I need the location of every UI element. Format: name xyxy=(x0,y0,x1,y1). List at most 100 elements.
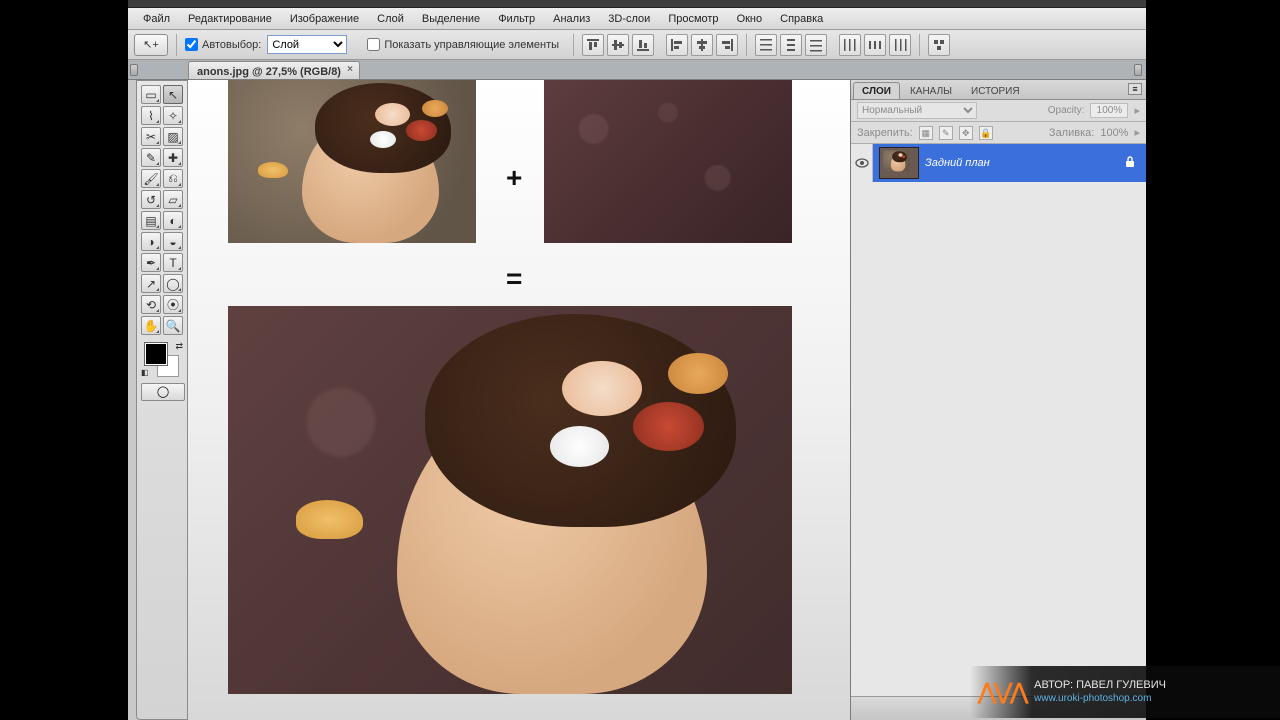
menu-select[interactable]: Выделение xyxy=(413,10,489,28)
auto-select-input[interactable] xyxy=(185,38,198,51)
lock-pixels-icon[interactable]: ✎ xyxy=(939,126,953,140)
foreground-color[interactable] xyxy=(145,343,167,365)
fill-label: Заливка: xyxy=(1049,127,1094,139)
quick-mask-button[interactable]: ◯ xyxy=(141,383,185,401)
document-tab[interactable]: anons.jpg @ 27,5% (RGB/8) × xyxy=(188,61,360,79)
collapse-panels-left-icon[interactable] xyxy=(130,64,138,76)
menu-3d[interactable]: 3D-слои xyxy=(599,10,659,28)
menu-edit[interactable]: Редактирование xyxy=(179,10,281,28)
pen-tool[interactable]: ✒ xyxy=(141,253,161,272)
move-tool-preset-icon[interactable]: ↖+ xyxy=(134,34,168,56)
hand-tool[interactable]: ✋ xyxy=(141,316,161,335)
rect-marquee-tool[interactable]: ▭ xyxy=(141,85,161,104)
quick-select-tool[interactable]: ✧ xyxy=(163,106,183,125)
distribute-top-icon[interactable] xyxy=(755,34,777,56)
crop-tool[interactable]: ✂ xyxy=(141,127,161,146)
distribute-group-1 xyxy=(755,34,827,56)
menu-help[interactable]: Справка xyxy=(771,10,832,28)
menu-image[interactable]: Изображение xyxy=(281,10,368,28)
layers-list[interactable]: Задний план xyxy=(851,144,1146,696)
auto-align-icon[interactable] xyxy=(928,34,950,56)
align-hcenter-icon[interactable] xyxy=(691,34,713,56)
swap-colors-icon[interactable]: ⇄ xyxy=(175,341,183,352)
source-image-1 xyxy=(228,80,476,243)
path-select-tool[interactable]: ↗ xyxy=(141,274,161,293)
dodge-tool[interactable]: ◑ xyxy=(141,232,161,251)
sponge-tool[interactable]: ◒ xyxy=(163,232,183,251)
type-tool[interactable]: T xyxy=(163,253,183,272)
equals-symbol: = xyxy=(506,263,522,295)
healing-tool[interactable]: ✚ xyxy=(163,148,183,167)
menu-file[interactable]: Файл xyxy=(134,10,179,28)
distribute-right-icon[interactable] xyxy=(889,34,911,56)
layer-thumbnail[interactable] xyxy=(879,147,919,179)
blur-tool[interactable]: ◐ xyxy=(163,211,183,230)
align-left-icon[interactable] xyxy=(666,34,688,56)
watermark-author: АВТОР: ПАВЕЛ ГУЛЕВИЧ xyxy=(1034,679,1166,692)
lasso-tool[interactable]: ⌇ xyxy=(141,106,161,125)
result-image xyxy=(228,306,792,694)
align-top-icon[interactable] xyxy=(582,34,604,56)
show-controls-input[interactable] xyxy=(367,38,380,51)
lock-position-icon[interactable]: ✥ xyxy=(959,126,973,140)
tab-history[interactable]: ИСТОРИЯ xyxy=(962,82,1029,99)
3d-rotate-tool[interactable]: ⟲ xyxy=(141,295,161,314)
opacity-value[interactable]: 100% xyxy=(1090,103,1128,118)
auto-select-scope[interactable]: Слой xyxy=(267,35,347,54)
menu-view[interactable]: Просмотр xyxy=(659,10,727,28)
stamp-tool[interactable]: ⎌ xyxy=(163,169,183,188)
3d-orbit-tool[interactable]: ⦿ xyxy=(163,295,183,314)
align-vcenter-icon[interactable] xyxy=(607,34,629,56)
canvas-area[interactable]: + = xyxy=(188,80,850,720)
align-bottom-icon[interactable] xyxy=(632,34,654,56)
history-brush-tool[interactable]: ↺ xyxy=(141,190,161,209)
distribute-group-2 xyxy=(839,34,911,56)
distribute-vcenter-icon[interactable] xyxy=(780,34,802,56)
auto-select-checkbox[interactable]: Автовыбор: xyxy=(185,38,261,51)
plus-symbol: + xyxy=(506,162,522,194)
menu-filter[interactable]: Фильтр xyxy=(489,10,544,28)
fill-flyout-icon[interactable]: ▸ xyxy=(1134,126,1140,139)
move-tool[interactable]: ↖ xyxy=(163,85,183,104)
menu-window[interactable]: Окно xyxy=(728,10,772,28)
distribute-hcenter-icon[interactable] xyxy=(864,34,886,56)
close-document-icon[interactable]: × xyxy=(345,65,355,75)
gradient-tool[interactable]: ▤ xyxy=(141,211,161,230)
auto-select-label: Автовыбор: xyxy=(202,39,261,51)
panel-menu-icon[interactable]: ≡ xyxy=(1128,83,1142,95)
opacity-flyout-icon[interactable]: ▸ xyxy=(1134,104,1140,117)
layer-lock-icon xyxy=(1124,156,1136,168)
lock-all-icon[interactable]: 🔒 xyxy=(979,126,993,140)
distribute-left-icon[interactable] xyxy=(839,34,861,56)
blend-mode-select[interactable]: Нормальный xyxy=(857,102,977,119)
eyedropper-tool[interactable]: ✎ xyxy=(141,148,161,167)
align-right-icon[interactable] xyxy=(716,34,738,56)
menu-bar: Файл Редактирование Изображение Слой Выд… xyxy=(128,8,1146,30)
layer-row-background[interactable]: Задний план xyxy=(851,144,1146,182)
lock-fill-row: Закрепить: ▦ ✎ ✥ 🔒 Заливка: 100% ▸ xyxy=(851,122,1146,144)
align-group-1 xyxy=(582,34,654,56)
layer-name[interactable]: Задний план xyxy=(925,157,990,169)
app-frame-strip xyxy=(128,0,1146,8)
color-swatches[interactable]: ⇄ ◧ xyxy=(141,341,185,377)
workspace: ▭↖ ⌇✧ ✂▨ ✎✚ 🖌⎌ ↺▱ ▤◐ ◑◒ ✒T ↗◯ ⟲⦿ ✋🔍 ⇄ ◧ … xyxy=(128,80,1146,720)
tab-layers[interactable]: СЛОИ xyxy=(853,82,900,99)
auto-select-dropdown[interactable]: Слой xyxy=(267,35,347,54)
collapse-panels-right-icon[interactable] xyxy=(1134,64,1142,76)
default-colors-icon[interactable]: ◧ xyxy=(141,368,149,377)
slice-tool[interactable]: ▨ xyxy=(163,127,183,146)
distribute-bottom-icon[interactable] xyxy=(805,34,827,56)
shape-tool[interactable]: ◯ xyxy=(163,274,183,293)
layer-visibility-icon[interactable] xyxy=(851,144,873,182)
source-image-2 xyxy=(544,80,792,243)
fill-value[interactable]: 100% xyxy=(1100,127,1128,139)
zoom-tool[interactable]: 🔍 xyxy=(163,316,183,335)
lock-transparent-icon[interactable]: ▦ xyxy=(919,126,933,140)
eraser-tool[interactable]: ▱ xyxy=(163,190,183,209)
tab-channels[interactable]: КАНАЛЫ xyxy=(901,82,961,99)
brush-tool[interactable]: 🖌 xyxy=(141,169,161,188)
document-canvas: + = xyxy=(228,80,793,720)
menu-analysis[interactable]: Анализ xyxy=(544,10,599,28)
show-transform-controls[interactable]: Показать управляющие элементы xyxy=(367,38,559,51)
menu-layer[interactable]: Слой xyxy=(368,10,413,28)
